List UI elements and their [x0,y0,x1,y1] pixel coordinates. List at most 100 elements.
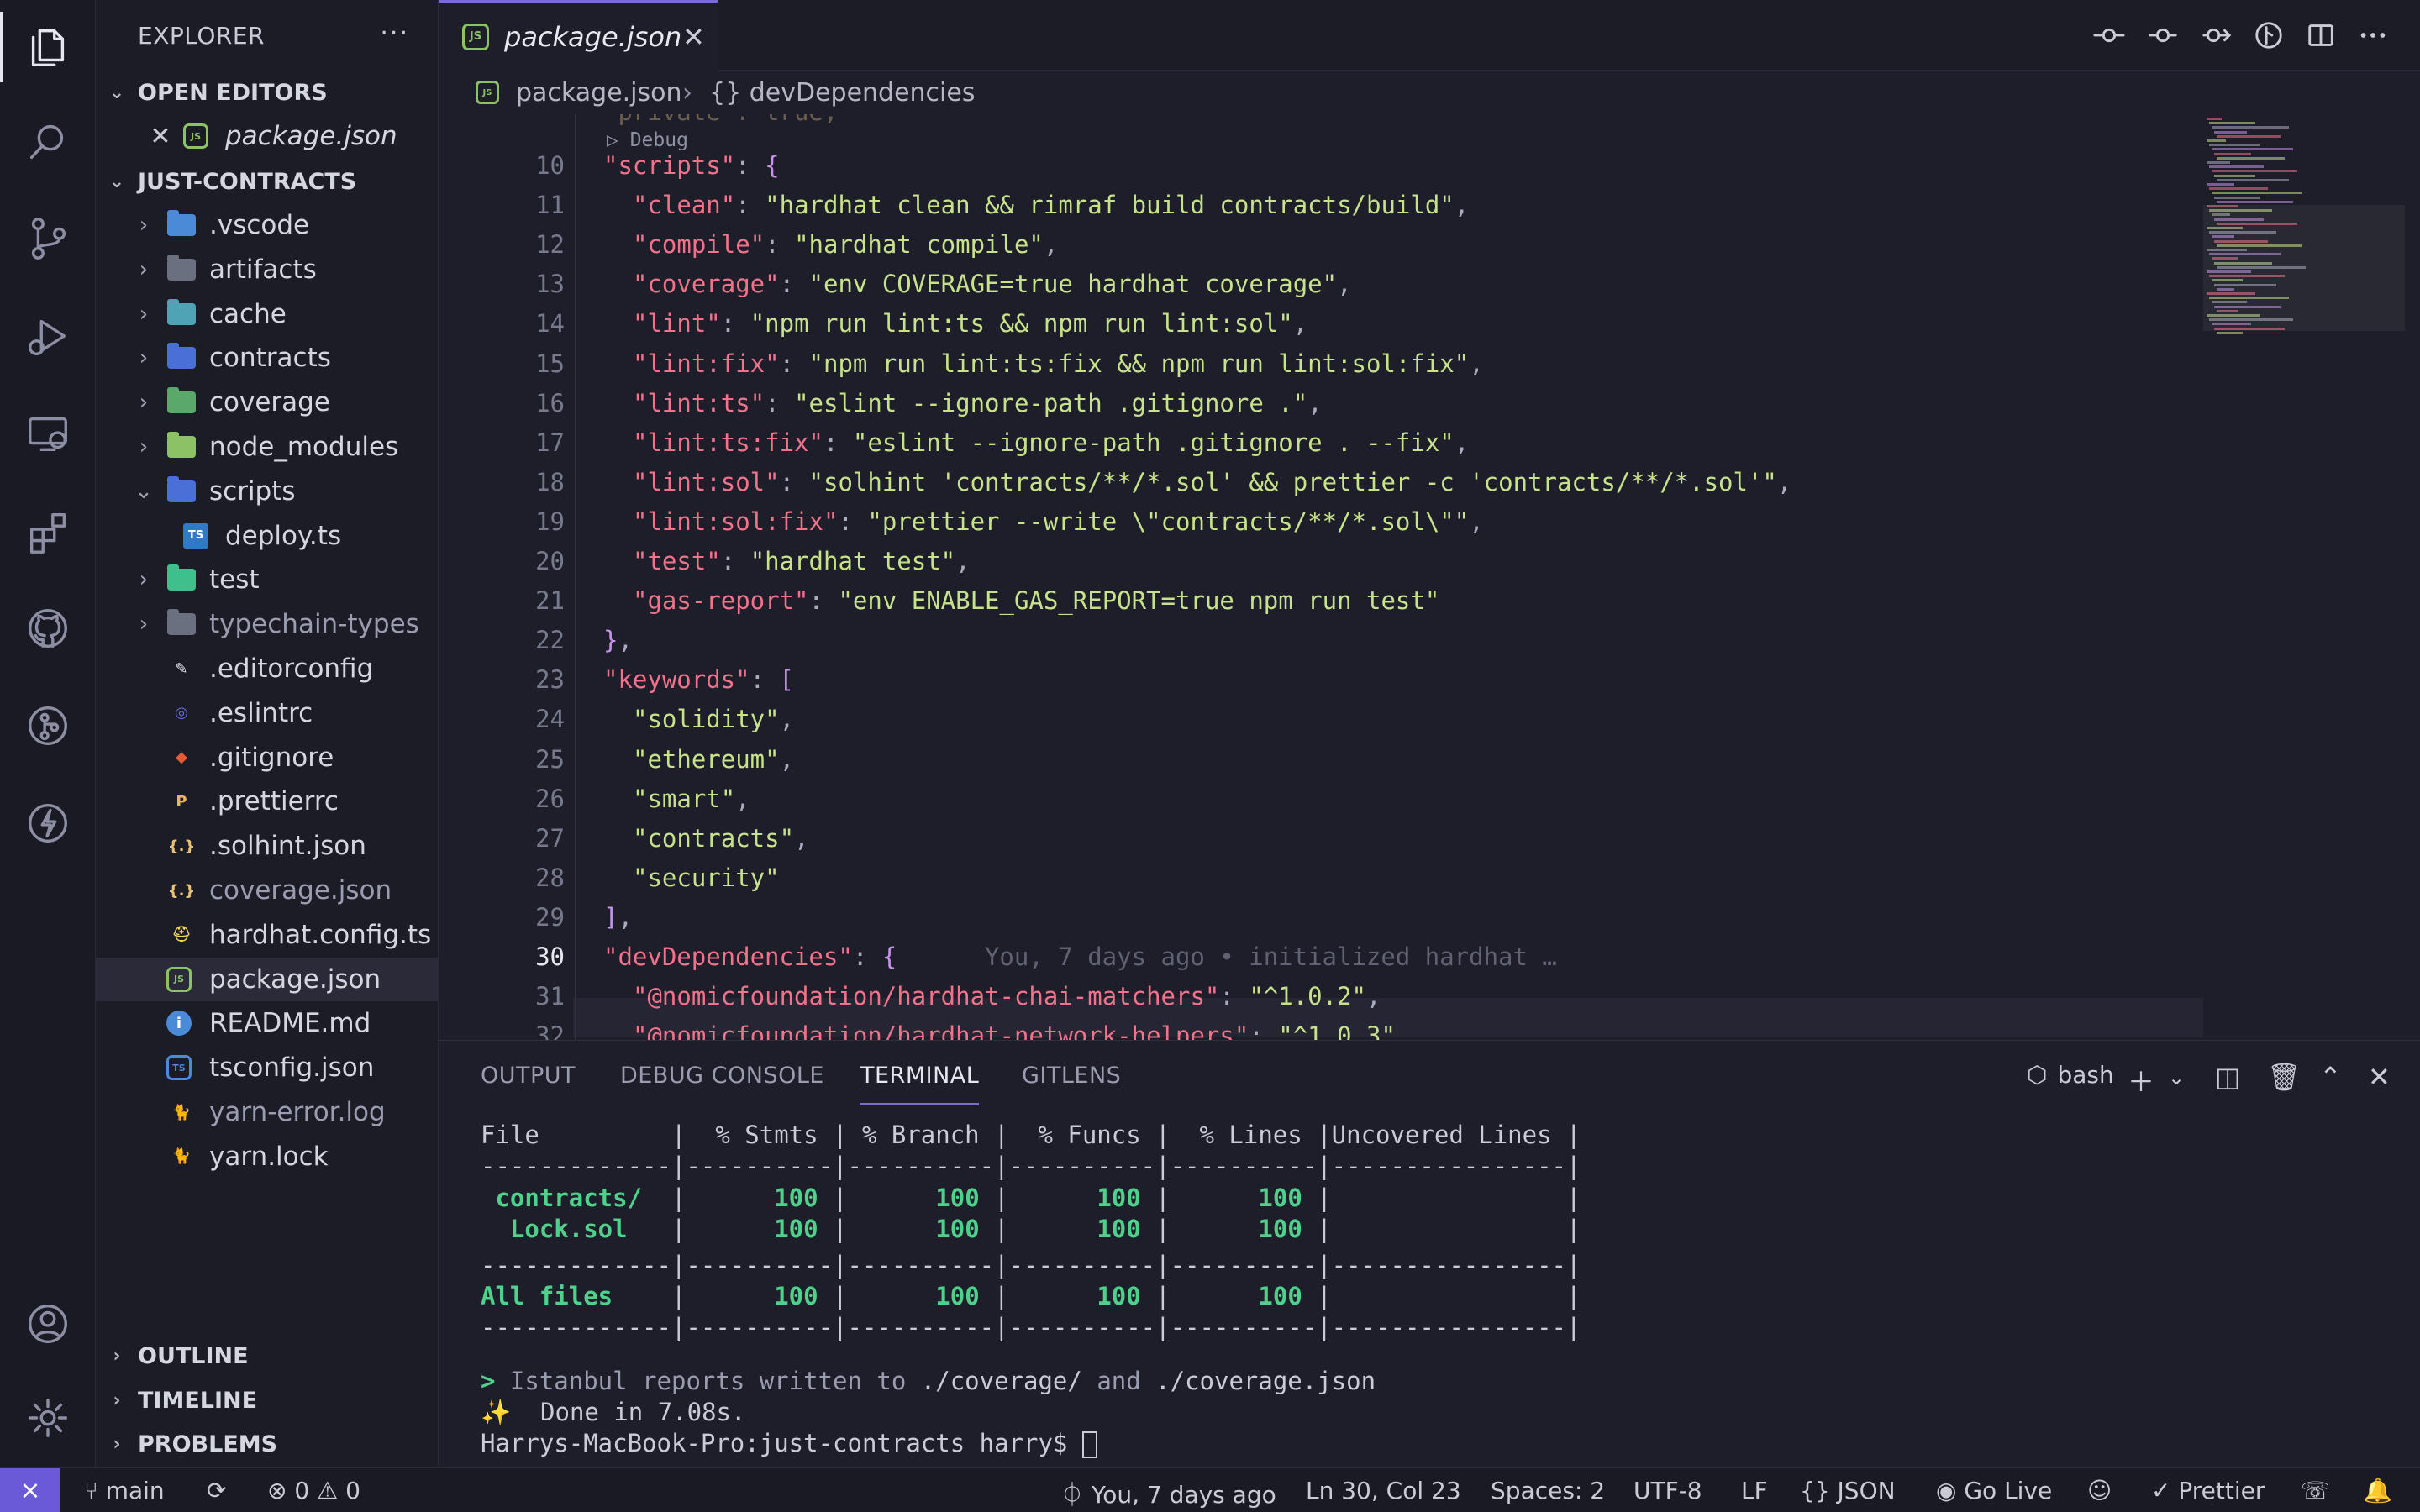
line-number: 11 [535,191,565,220]
git-commit-icon[interactable] [2091,17,2128,54]
remote-explorer-icon[interactable] [0,390,96,477]
line-ending[interactable]: LF [1741,1477,1768,1504]
file-icon: TS [183,522,208,549]
code-editor[interactable]: "private": true, ▷ Debug 10 "scripts": {1… [439,114,2203,1040]
close-tab-icon[interactable]: ✕ [682,21,705,53]
panel-tab-debug-console[interactable]: DEBUG CONSOLE [620,1063,824,1089]
terminal-shell-selector[interactable]: ⬡ bash [2027,1061,2114,1089]
tree-item-label: .solhint.json [209,831,366,862]
tree-item[interactable]: › cache [96,292,439,336]
branch-indicator[interactable]: ⑂ main [84,1477,165,1504]
go-live-button[interactable]: ◉ Go Live [1936,1477,2052,1504]
accounts-icon[interactable] [0,1280,96,1368]
extensions-icon[interactable] [0,487,96,575]
tree-item[interactable]: {.} .solhint.json [96,824,439,868]
encoding[interactable]: UTF-8 [1634,1477,1702,1504]
tree-item-label: artifacts [209,254,317,285]
panel-tab-terminal[interactable]: TERMINAL [860,1063,980,1105]
close-icon[interactable]: ✕ [148,122,173,151]
gitlens-icon[interactable] [0,682,96,769]
language-mode[interactable]: {} JSON [1800,1477,1896,1504]
run-debug-icon[interactable] [0,292,96,380]
line-number: 17 [535,428,565,457]
line-number: 13 [535,270,565,299]
line-number: 20 [535,547,565,575]
outline-section[interactable]: › OUTLINE [96,1335,439,1377]
kill-terminal-icon[interactable]: 🗑 [2267,1061,2302,1093]
minimap-viewport[interactable] [2203,205,2405,331]
tree-item[interactable]: › artifacts [96,248,439,291]
remote-indicator-icon[interactable]: ⨯ [0,1468,60,1512]
code-line: "@nomicfoundation/hardhat-chai-matchers"… [633,982,1381,1011]
tree-item[interactable]: › contracts [96,336,439,380]
tree-item[interactable]: {.} coverage.json [96,869,439,912]
github-icon[interactable] [0,585,96,672]
tree-item[interactable]: ✎ .editorconfig [96,647,439,690]
debug-codelens[interactable]: ▷ Debug [607,129,688,151]
tree-item[interactable]: › test [96,558,439,601]
minimap-line [2209,144,2260,147]
problems-indicator[interactable]: ⊗ 0 ⚠ 0 [267,1477,360,1504]
source-control-icon[interactable] [0,195,96,282]
folder-icon [166,343,197,373]
more-actions-icon[interactable] [2354,17,2391,54]
terminal-dropdown-icon[interactable]: ⌄ [2168,1066,2185,1089]
tab-package-json[interactable]: JS package.json ✕ [439,0,718,71]
split-terminal-icon[interactable]: ◫ [2215,1061,2240,1093]
split-editor-icon[interactable] [2302,17,2339,54]
explorer-icon[interactable] [0,3,96,91]
search-icon[interactable] [0,97,96,185]
tree-item[interactable]: 🐈 yarn-error.log [96,1090,439,1134]
copilot-icon[interactable]: ☺ [2087,1477,2112,1504]
open-editors-section[interactable]: ⌄ OPEN EDITORS [96,71,439,113]
tree-item[interactable]: TS tsconfig.json [96,1046,439,1089]
open-editor-item[interactable]: ✕ JS package.json [96,114,439,158]
next-revision-icon[interactable] [2198,17,2235,54]
problems-section[interactable]: › PROBLEMS [96,1423,439,1465]
tree-item[interactable]: 🐈 yarn.lock [96,1135,439,1179]
sync-icon[interactable]: ⟳ [207,1477,226,1504]
minimap[interactable] [2203,114,2405,1040]
notifications-bell-icon[interactable]: 🔔 [2363,1477,2392,1504]
close-panel-icon[interactable]: ✕ [2368,1061,2391,1093]
tree-item[interactable]: ⌄ scripts [96,470,439,513]
tree-item[interactable]: ◎ .eslintrc [96,691,439,735]
minimap-line [2207,139,2226,142]
folder-icon [166,298,197,329]
chevron-right-icon: › [113,1389,121,1411]
tree-item[interactable]: › typechain-types [96,602,439,646]
gitlens-compare-icon[interactable] [2250,17,2287,54]
breadcrumb-symbol[interactable]: {} devDependencies [709,78,975,108]
breadcrumb-file[interactable]: package.json [516,78,682,108]
panel-tab-output[interactable]: OUTPUT [481,1063,576,1089]
prettier-status[interactable]: ✓ Prettier [2151,1477,2265,1504]
panel-tab-gitlens[interactable]: GITLENS [1022,1063,1121,1089]
tree-item[interactable]: › node_modules [96,425,439,469]
tree-item[interactable]: › coverage [96,381,439,424]
line-number: 25 [535,744,565,774]
tree-item[interactable]: P .prettierrc [96,780,439,823]
line-number: 32 [535,1021,565,1040]
cursor-position[interactable]: Ln 30, Col 23 [1306,1477,1461,1504]
tree-item[interactable]: ⛑ hardhat.config.ts [96,913,439,957]
tree-item[interactable]: JS package.json [96,957,439,1001]
new-terminal-icon[interactable]: ＋ [2128,1061,2154,1100]
timeline-section[interactable]: › TIMELINE [96,1379,439,1421]
tree-item[interactable]: TS deploy.ts [96,514,439,558]
line-number: 26 [535,784,565,813]
indentation[interactable]: Spaces: 2 [1491,1477,1605,1504]
minimap-line [2209,165,2264,169]
feedback-icon[interactable]: ☏ [2301,1477,2330,1504]
blame-indicator[interactable]: ⏀ You, 7 days ago [1060,1477,1276,1510]
tree-item[interactable]: › .vscode [96,203,439,247]
explorer-more-actions[interactable]: ··· [380,18,409,48]
manage-gear-icon[interactable] [0,1374,96,1462]
tree-item[interactable]: i README.md [96,1001,439,1045]
terminal-prompt[interactable]: Harrys-MacBook-Pro:just-contracts harry$ [481,1429,1097,1458]
tree-item[interactable]: ◆ .gitignore [96,736,439,780]
thunder-icon[interactable] [0,780,96,867]
project-section[interactable]: ⌄ JUST-CONTRACTS [96,160,439,202]
chevron-right-icon: › [139,567,149,593]
previous-revision-icon[interactable] [2144,17,2181,54]
maximize-panel-icon[interactable]: ⌃ [2319,1061,2342,1093]
